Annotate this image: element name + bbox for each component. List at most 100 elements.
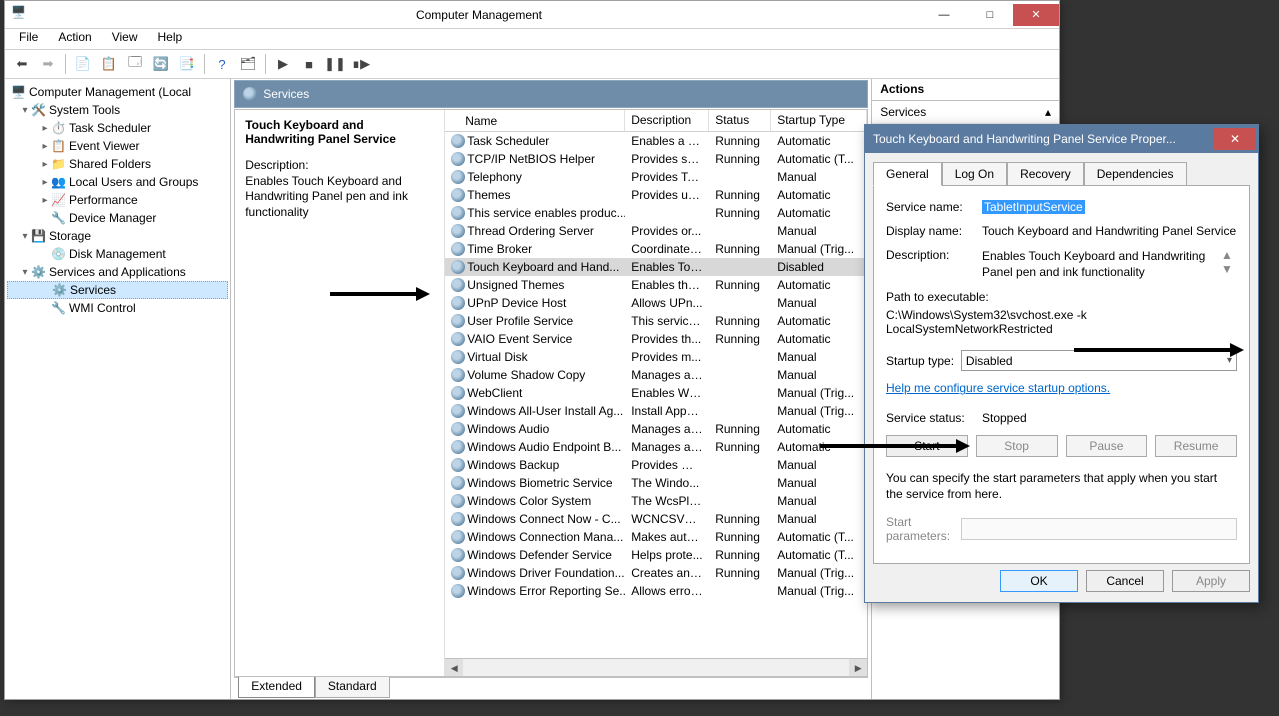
actions-services[interactable]: Services▴ xyxy=(872,101,1059,124)
service-row[interactable]: ThemesProvides us...RunningAutomatic xyxy=(445,186,867,204)
tree-item[interactable]: ▸👥Local Users and Groups xyxy=(7,173,228,191)
tree-services[interactable]: ⚙️Services xyxy=(7,281,228,299)
scroll-down-icon[interactable]: ▼ xyxy=(1221,262,1237,276)
gear-icon xyxy=(451,314,465,328)
show-hide-icon[interactable]: 📋 xyxy=(98,53,120,75)
cancel-button[interactable]: Cancel xyxy=(1086,570,1164,592)
menu-help[interactable]: Help xyxy=(150,29,191,49)
expand-icon[interactable]: ▴ xyxy=(1045,105,1051,119)
tree-item[interactable]: 🔧WMI Control xyxy=(7,299,228,317)
tree-item[interactable]: ▸📋Event Viewer xyxy=(7,137,228,155)
dialog-titlebar[interactable]: Touch Keyboard and Handwriting Panel Ser… xyxy=(865,125,1258,153)
help-link[interactable]: Help me configure service startup option… xyxy=(886,381,1110,395)
service-row[interactable]: VAIO Event ServiceProvides th...RunningA… xyxy=(445,330,867,348)
minimize-button[interactable]: — xyxy=(921,4,967,26)
tree-root[interactable]: 🖥️Computer Management (Local xyxy=(7,83,228,101)
back-button[interactable]: ⬅ xyxy=(11,53,33,75)
scroll-up-icon[interactable]: ▲ xyxy=(1221,248,1237,262)
service-row[interactable]: Windows Biometric ServiceThe Windo...Man… xyxy=(445,474,867,492)
menu-view[interactable]: View xyxy=(104,29,146,49)
close-button[interactable]: ✕ xyxy=(1013,4,1059,26)
startup-type-combo[interactable]: Disabled xyxy=(961,350,1237,371)
service-name-value[interactable]: TabletInputService xyxy=(982,200,1085,214)
tree-item[interactable]: 💿Disk Management xyxy=(7,245,228,263)
service-row[interactable]: User Profile ServiceThis service ...Runn… xyxy=(445,312,867,330)
service-row[interactable]: Windows Error Reporting Se...Allows erro… xyxy=(445,582,867,600)
service-properties-dialog[interactable]: Touch Keyboard and Handwriting Panel Ser… xyxy=(864,124,1259,603)
service-row[interactable]: Windows Color SystemThe WcsPlu...Manual xyxy=(445,492,867,510)
tree-item[interactable]: 🔧Device Manager xyxy=(7,209,228,227)
tab-dependencies[interactable]: Dependencies xyxy=(1084,162,1187,186)
col-status[interactable]: Status xyxy=(709,110,771,131)
service-row[interactable]: Windows AudioManages au...RunningAutomat… xyxy=(445,420,867,438)
tree-system-tools[interactable]: ▾🛠️System Tools xyxy=(7,101,228,119)
help-icon[interactable]: ? xyxy=(211,53,233,75)
service-row[interactable]: Unsigned ThemesEnables the ...RunningAut… xyxy=(445,276,867,294)
service-row[interactable]: Thread Ordering ServerProvides or...Manu… xyxy=(445,222,867,240)
export-icon[interactable]: 🗔 xyxy=(124,53,146,75)
menu-file[interactable]: File xyxy=(11,29,46,49)
service-row[interactable]: Windows BackupProvides Wi...Manual xyxy=(445,456,867,474)
scroll-right-icon[interactable]: ▶ xyxy=(849,659,867,676)
play-icon[interactable]: ▶ xyxy=(272,53,294,75)
tab-logon[interactable]: Log On xyxy=(942,162,1007,186)
tab-recovery[interactable]: Recovery xyxy=(1007,162,1084,186)
service-row[interactable]: TelephonyProvides Tel...Manual xyxy=(445,168,867,186)
service-row[interactable]: UPnP Device HostAllows UPn...Manual xyxy=(445,294,867,312)
up-icon[interactable]: 📄 xyxy=(72,53,94,75)
restart-icon[interactable]: ∎▶ xyxy=(350,53,372,75)
properties-icon[interactable]: 📑 xyxy=(176,53,198,75)
service-row[interactable]: Windows Connection Mana...Makes auto...R… xyxy=(445,528,867,546)
label-path: Path to executable: xyxy=(886,290,1237,304)
resume-button[interactable]: Resume xyxy=(1155,435,1237,457)
menu-action[interactable]: Action xyxy=(50,29,99,49)
refresh-icon[interactable]: 🔄 xyxy=(150,53,172,75)
stop-button[interactable]: Stop xyxy=(976,435,1058,457)
gear-icon xyxy=(451,242,465,256)
tab-extended[interactable]: Extended xyxy=(238,677,315,698)
tree-item[interactable]: ▸⏱️Task Scheduler xyxy=(7,119,228,137)
dialog-close-button[interactable]: ✕ xyxy=(1214,128,1256,150)
service-row[interactable]: Volume Shadow CopyManages an...Manual xyxy=(445,366,867,384)
service-row[interactable]: Time BrokerCoordinates...RunningManual (… xyxy=(445,240,867,258)
service-row[interactable]: This service enables produc...RunningAut… xyxy=(445,204,867,222)
col-name[interactable]: Name xyxy=(445,110,625,131)
stop-icon[interactable]: ■ xyxy=(298,53,320,75)
tab-general[interactable]: General xyxy=(873,162,942,186)
maximize-button[interactable]: □ xyxy=(967,4,1013,26)
pause-icon[interactable]: ❚❚ xyxy=(324,53,346,75)
tree-services-apps[interactable]: ▾⚙️Services and Applications xyxy=(7,263,228,281)
pause-button[interactable]: Pause xyxy=(1066,435,1148,457)
titlebar[interactable]: 🖥️ Computer Management — □ ✕ xyxy=(5,1,1059,29)
service-row[interactable]: Task SchedulerEnables a us...RunningAuto… xyxy=(445,132,867,150)
col-desc[interactable]: Description xyxy=(625,110,709,131)
apply-button[interactable]: Apply xyxy=(1172,570,1250,592)
service-row[interactable]: Windows Audio Endpoint B...Manages au...… xyxy=(445,438,867,456)
scroll-left-icon[interactable]: ◀ xyxy=(445,659,463,676)
service-row[interactable]: WebClientEnables Win...Manual (Trig... xyxy=(445,384,867,402)
service-row[interactable]: Windows Defender ServiceHelps prote...Ru… xyxy=(445,546,867,564)
col-startup[interactable]: Startup Type xyxy=(771,110,867,131)
tree-item[interactable]: ▸📈Performance xyxy=(7,191,228,209)
services-list[interactable]: Name Description Status Startup Type Tas… xyxy=(445,110,867,676)
tree-pane[interactable]: 🖥️Computer Management (Local ▾🛠️System T… xyxy=(5,79,231,699)
gear-icon xyxy=(451,512,465,526)
service-row[interactable]: Windows Connect Now - C...WCNCSVC ...Run… xyxy=(445,510,867,528)
gear-icon xyxy=(451,206,465,220)
tree-storage[interactable]: ▾💾Storage xyxy=(7,227,228,245)
service-row[interactable]: Windows Driver Foundation...Creates and.… xyxy=(445,564,867,582)
tree-item[interactable]: ▸📁Shared Folders xyxy=(7,155,228,173)
dialog-tabs: General Log On Recovery Dependencies xyxy=(873,161,1250,186)
list-header[interactable]: Name Description Status Startup Type xyxy=(445,110,867,132)
forward-button[interactable]: ➡ xyxy=(37,53,59,75)
description-value[interactable]: Enables Touch Keyboard and Handwriting P… xyxy=(982,248,1217,280)
tab-standard[interactable]: Standard xyxy=(315,677,390,698)
filter-icon[interactable]: 🗂 xyxy=(237,53,259,75)
horizontal-scrollbar[interactable]: ◀ ▶ xyxy=(445,658,867,676)
service-row[interactable]: Windows All-User Install Ag...Install Ap… xyxy=(445,402,867,420)
service-row[interactable]: Virtual DiskProvides m...Manual xyxy=(445,348,867,366)
service-row[interactable]: TCP/IP NetBIOS HelperProvides su...Runni… xyxy=(445,150,867,168)
ok-button[interactable]: OK xyxy=(1000,570,1078,592)
start-button[interactable]: Start xyxy=(886,435,968,457)
service-row[interactable]: Touch Keyboard and Hand...Enables Tou...… xyxy=(445,258,867,276)
